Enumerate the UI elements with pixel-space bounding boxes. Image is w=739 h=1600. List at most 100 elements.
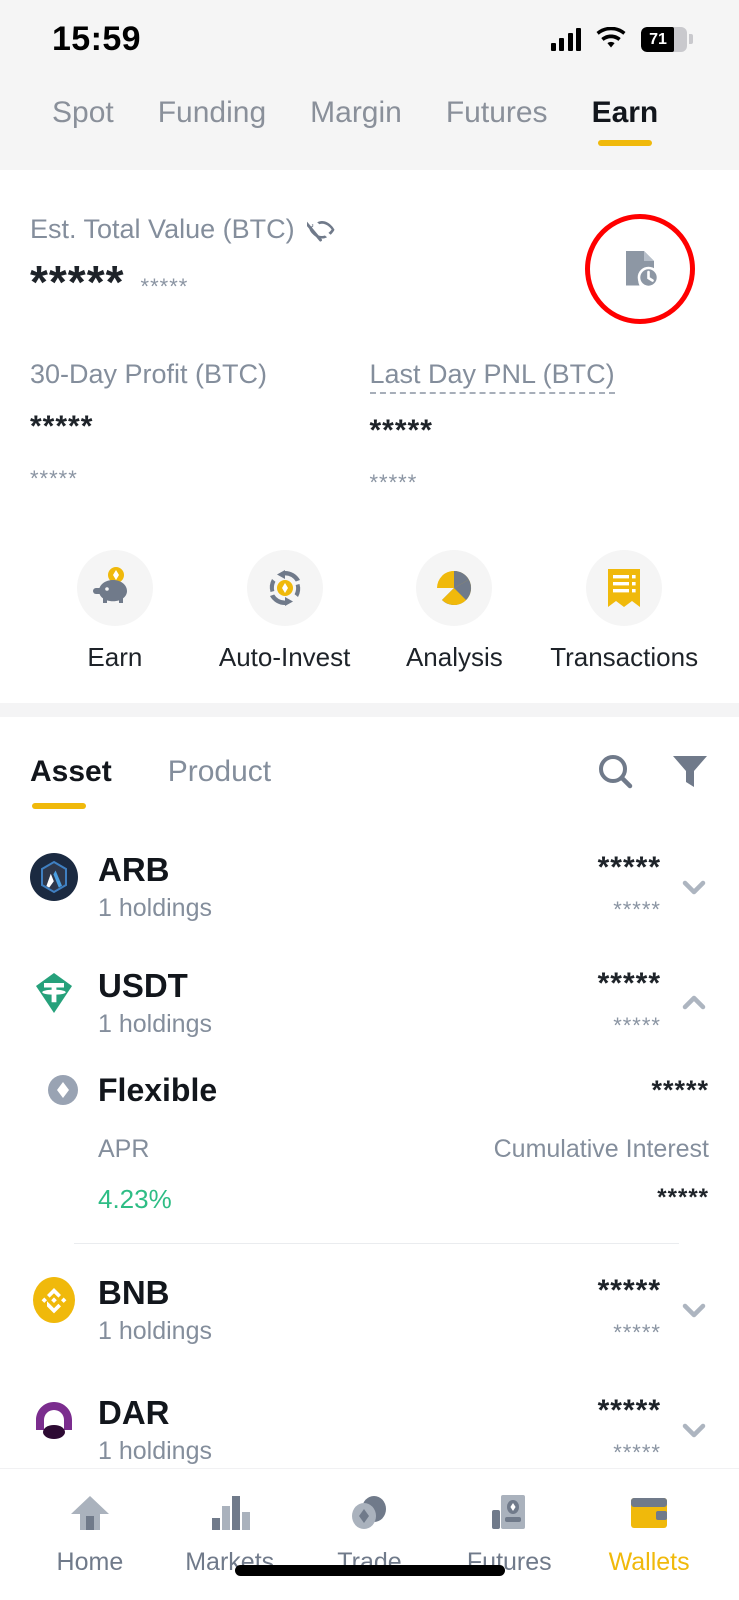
quick-action-earn-label: Earn xyxy=(87,642,143,672)
pnl-30day: 30-Day Profit (BTC) ***** ***** xyxy=(30,359,370,496)
wallet-icon xyxy=(631,1498,668,1528)
dar-coin-icon xyxy=(36,1402,72,1439)
pnl-lastday-label[interactable]: Last Day PNL (BTC) xyxy=(369,359,615,394)
quick-action-auto-invest[interactable]: Auto-Invest xyxy=(200,550,370,673)
receipt-icon xyxy=(608,569,641,607)
search-icon[interactable] xyxy=(595,751,637,793)
trade-circles-icon xyxy=(352,1496,387,1529)
flexible-diamond-icon xyxy=(48,1075,78,1105)
battery-icon: 71 xyxy=(641,26,687,52)
tab-asset-label: Asset xyxy=(30,755,112,788)
pnl-lastday-sub: ***** xyxy=(369,470,418,495)
asset-row-dar-right: ***** ***** xyxy=(598,1394,709,1466)
asset-symbol: DAR xyxy=(98,1394,170,1431)
status-bar: 15:59 71 xyxy=(0,0,739,78)
asset-amount: ***** xyxy=(597,1274,661,1307)
asset-amount: ***** xyxy=(597,851,661,884)
battery-level: 71 xyxy=(649,30,667,48)
tab-product-label: Product xyxy=(167,755,272,788)
asset-tab-underline xyxy=(32,803,86,809)
quick-actions: Earn Auto-Invest Analysis Transactions xyxy=(0,496,739,703)
signal-bars-icon xyxy=(550,27,581,51)
chevron-down-icon[interactable] xyxy=(679,1415,709,1445)
asset-amount: ***** xyxy=(597,967,661,1000)
quick-action-earn[interactable]: Earn xyxy=(30,550,200,673)
asset-row-dar-texts: DAR 1 holdings xyxy=(98,1396,212,1464)
home-indicator xyxy=(234,1565,505,1576)
order-history-button[interactable] xyxy=(585,214,695,324)
quick-action-transactions[interactable]: Transactions xyxy=(539,550,709,673)
nav-item-home[interactable]: Home xyxy=(20,1492,160,1577)
pie-chart-icon xyxy=(437,570,472,606)
active-tab-underline xyxy=(597,140,652,146)
balance-value: ***** xyxy=(30,256,125,308)
quick-action-analysis-label: Analysis xyxy=(405,642,503,672)
product-interest-value: ***** xyxy=(657,1184,709,1211)
wallet-type-tabs: Spot Funding Margin Futures Earn xyxy=(0,78,739,170)
product-row-flexible[interactable]: Flexible ***** APR 4.23% Cumulative Inte… xyxy=(0,1061,739,1244)
tab-asset[interactable]: Asset xyxy=(30,755,112,809)
asset-row-usdt-left: USDT 1 holdings xyxy=(30,969,212,1037)
pnl-lastday: Last Day PNL (BTC) ***** ***** xyxy=(369,359,710,496)
tab-spot[interactable]: Spot xyxy=(30,96,136,130)
pnl-30day-label: 30-Day Profit (BTC) xyxy=(30,359,268,389)
status-time: 15:59 xyxy=(52,19,141,58)
asset-row-usdt[interactable]: USDT 1 holdings ***** ***** xyxy=(0,945,739,1061)
asset-amount: ***** xyxy=(597,1394,661,1427)
quick-action-auto-invest-label: Auto-Invest xyxy=(218,642,351,672)
tab-funding[interactable]: Funding xyxy=(136,96,288,130)
balance-label: Est. Total Value (BTC) xyxy=(30,214,295,244)
nav-item-home-label: Home xyxy=(56,1548,124,1576)
asset-row-arb-texts: ARB 1 holdings xyxy=(98,853,212,921)
asset-holdings: 1 holdings xyxy=(98,1317,212,1345)
tab-earn[interactable]: Earn xyxy=(570,96,681,146)
section-divider-band xyxy=(0,703,739,717)
home-icon xyxy=(70,1496,109,1530)
asset-row-arb[interactable]: ARB 1 holdings ***** ***** xyxy=(0,829,739,945)
asset-amounts: ***** ***** xyxy=(598,851,661,923)
tab-funding-label: Funding xyxy=(157,96,267,129)
tab-product[interactable]: Product xyxy=(168,755,271,789)
asset-row-dar-left: DAR 1 holdings xyxy=(30,1396,212,1464)
tab-futures[interactable]: Futures xyxy=(424,96,570,130)
asset-amounts: ***** ***** xyxy=(598,967,661,1039)
pnl-30day-value: ***** xyxy=(30,410,94,443)
tab-margin[interactable]: Margin xyxy=(288,96,424,130)
asset-symbol: ARB xyxy=(98,851,170,888)
red-highlight-circle xyxy=(585,214,695,324)
filter-icon[interactable] xyxy=(671,752,709,792)
asset-row-bnb[interactable]: BNB 1 holdings ***** ***** xyxy=(0,1244,739,1368)
futures-icon xyxy=(492,1495,526,1529)
quick-action-earn-circle xyxy=(76,550,153,626)
quick-action-auto-invest-circle xyxy=(246,550,323,626)
quick-action-analysis-circle xyxy=(416,550,493,626)
product-interest-block: Cumulative Interest ***** xyxy=(494,1135,709,1215)
nav-item-wallets-label: Wallets xyxy=(608,1548,690,1576)
eye-off-icon[interactable] xyxy=(306,217,337,243)
app-screen: 15:59 71 Spot Funding Margin Futures Ear… xyxy=(0,0,739,1600)
chevron-up-icon[interactable] xyxy=(679,988,709,1018)
asset-amount-sub: ***** xyxy=(613,1320,661,1345)
quick-action-analysis[interactable]: Analysis xyxy=(370,550,540,673)
asset-holdings: 1 holdings xyxy=(98,1010,212,1038)
asset-amounts: ***** ***** xyxy=(598,1274,661,1346)
product-row-flexible-top: Flexible ***** xyxy=(44,1071,709,1109)
asset-row-arb-left: ARB 1 holdings xyxy=(30,853,212,921)
nav-item-wallets[interactable]: Wallets xyxy=(579,1492,719,1577)
markets-bars-icon xyxy=(211,1496,250,1530)
pnl-30day-sub: ***** xyxy=(30,466,78,491)
list-header-actions xyxy=(595,751,709,793)
asset-amount-sub: ***** xyxy=(613,1440,661,1465)
tab-earn-label: Earn xyxy=(591,96,659,129)
pnl-lastday-value: ***** xyxy=(369,414,433,447)
balance-section: Est. Total Value (BTC) ***** ***** xyxy=(0,170,739,324)
asset-row-dar[interactable]: DAR 1 holdings ***** ***** xyxy=(0,1368,739,1468)
product-apr-block: APR 4.23% xyxy=(98,1135,172,1215)
status-indicators: 71 xyxy=(550,26,693,52)
chevron-down-icon[interactable] xyxy=(679,872,709,902)
asset-symbol: BNB xyxy=(98,1274,170,1311)
chevron-down-icon[interactable] xyxy=(679,1295,709,1325)
product-name: Flexible xyxy=(98,1071,218,1108)
asset-row-bnb-texts: BNB 1 holdings xyxy=(98,1276,212,1344)
bnb-coin-icon xyxy=(33,1277,75,1323)
